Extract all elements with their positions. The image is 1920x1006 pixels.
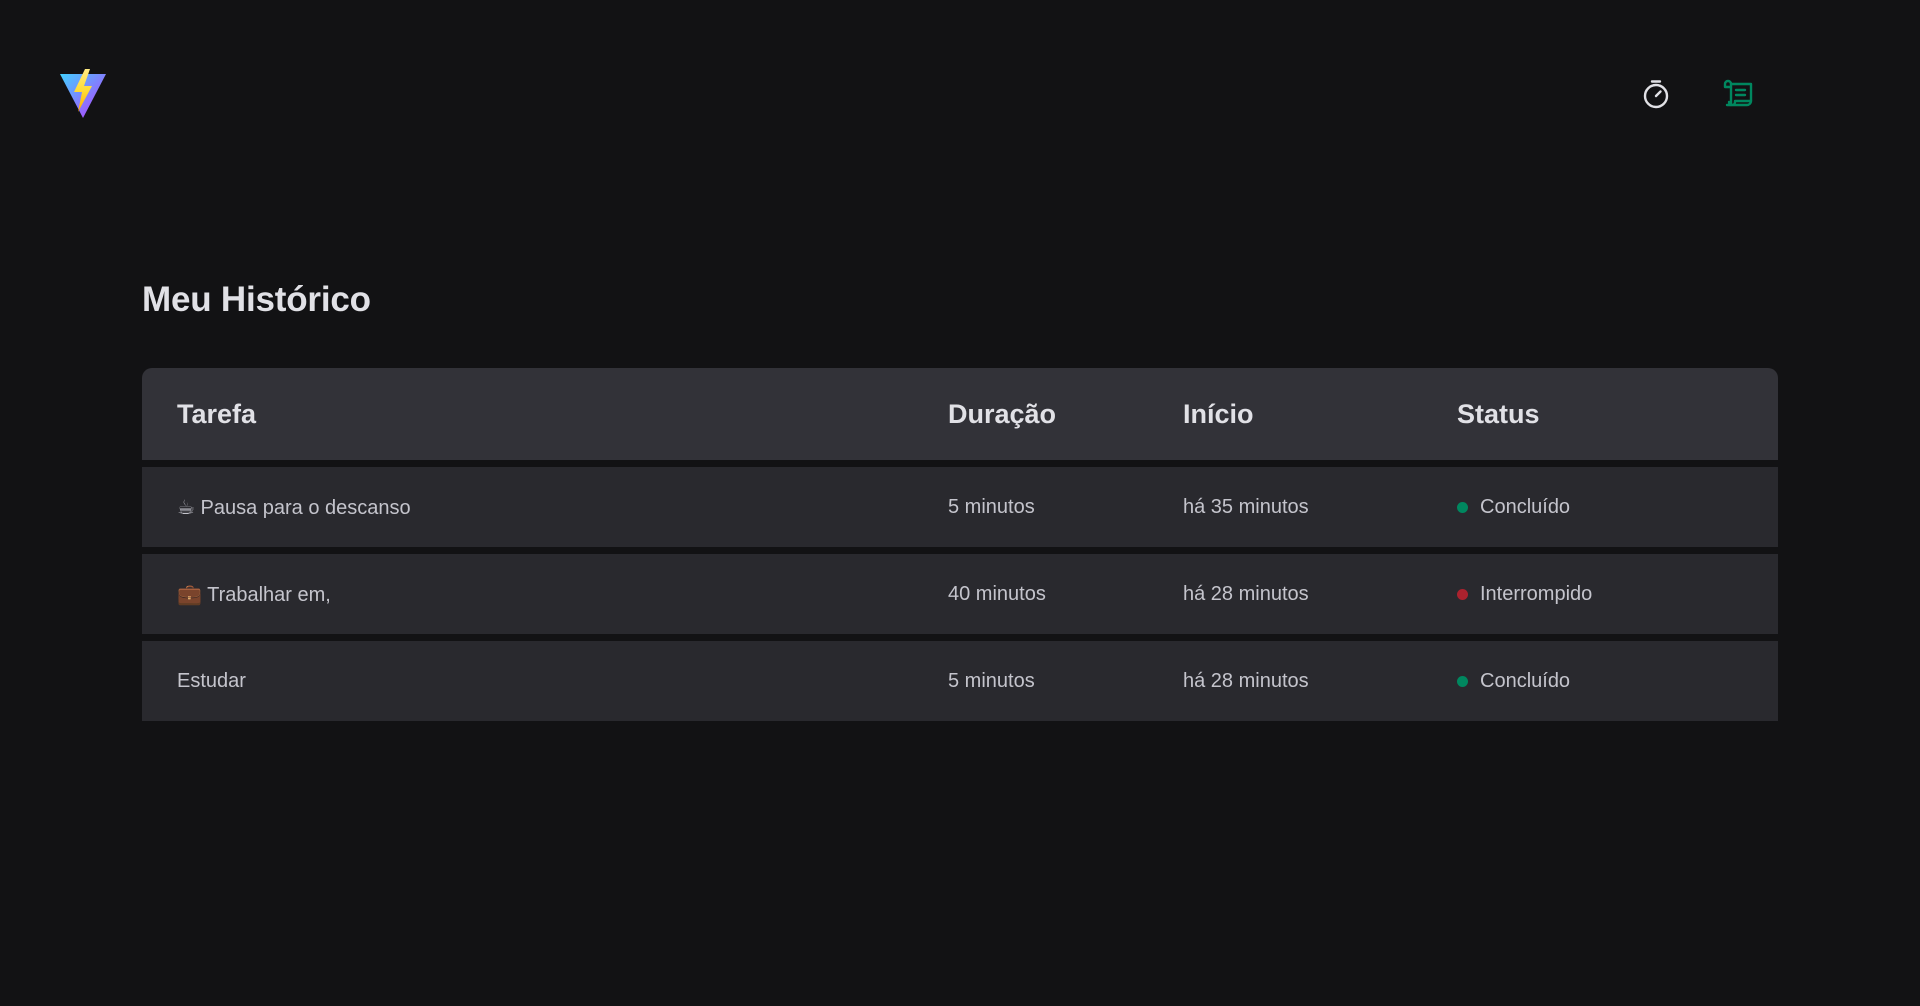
task-cell: 💼 Trabalhar em, [177,583,331,606]
table-row: Estudar 5 minutos há 28 minutos Concluíd… [142,641,1778,721]
app-page: Meu Histórico Tarefa Duração Início Stat… [0,0,1920,1006]
vite-logo-icon[interactable] [58,68,108,120]
nav-history-link[interactable] [1720,71,1760,117]
status-cell: Concluído [1457,496,1778,519]
table-header: Tarefa Duração Início Status [142,368,1778,467]
column-header-duration: Duração [948,398,1057,429]
status-cell: Interrompido [1457,583,1778,606]
page-title: Meu Histórico [142,280,371,319]
status-dot-icon [1457,588,1468,600]
start-cell: há 28 minutos [1183,582,1309,605]
column-header-start: Início [1183,398,1254,429]
status-dot-icon [1457,675,1468,687]
task-cell: Estudar [177,669,246,692]
duration-cell: 5 minutos [948,495,1035,518]
main-nav [1636,71,1760,117]
nav-timer-link[interactable] [1636,71,1676,117]
duration-cell: 5 minutos [948,669,1035,692]
status-label: Interrompido [1480,582,1593,605]
column-header-status: Status [1457,398,1540,429]
status-dot-icon [1457,501,1468,513]
start-cell: há 28 minutos [1183,669,1309,692]
table-row: 💼 Trabalhar em, 40 minutos há 28 minutos… [142,554,1778,641]
start-cell: há 35 minutos [1183,495,1309,518]
status-cell: Concluído [1457,670,1778,693]
status-label: Concluído [1480,669,1571,692]
history-table: Tarefa Duração Início Status ☕ Pausa par… [142,368,1778,721]
table-row: ☕ Pausa para o descanso 5 minutos há 35 … [142,467,1778,554]
status-label: Concluído [1480,495,1571,518]
app-header [58,68,1840,120]
scroll-icon [1723,79,1753,107]
duration-cell: 40 minutos [948,582,1046,605]
task-cell: ☕ Pausa para o descanso [177,496,411,519]
timer-icon [1643,80,1669,109]
history-section: Meu Histórico Tarefa Duração Início Stat… [142,280,1778,721]
column-header-task: Tarefa [177,398,257,429]
